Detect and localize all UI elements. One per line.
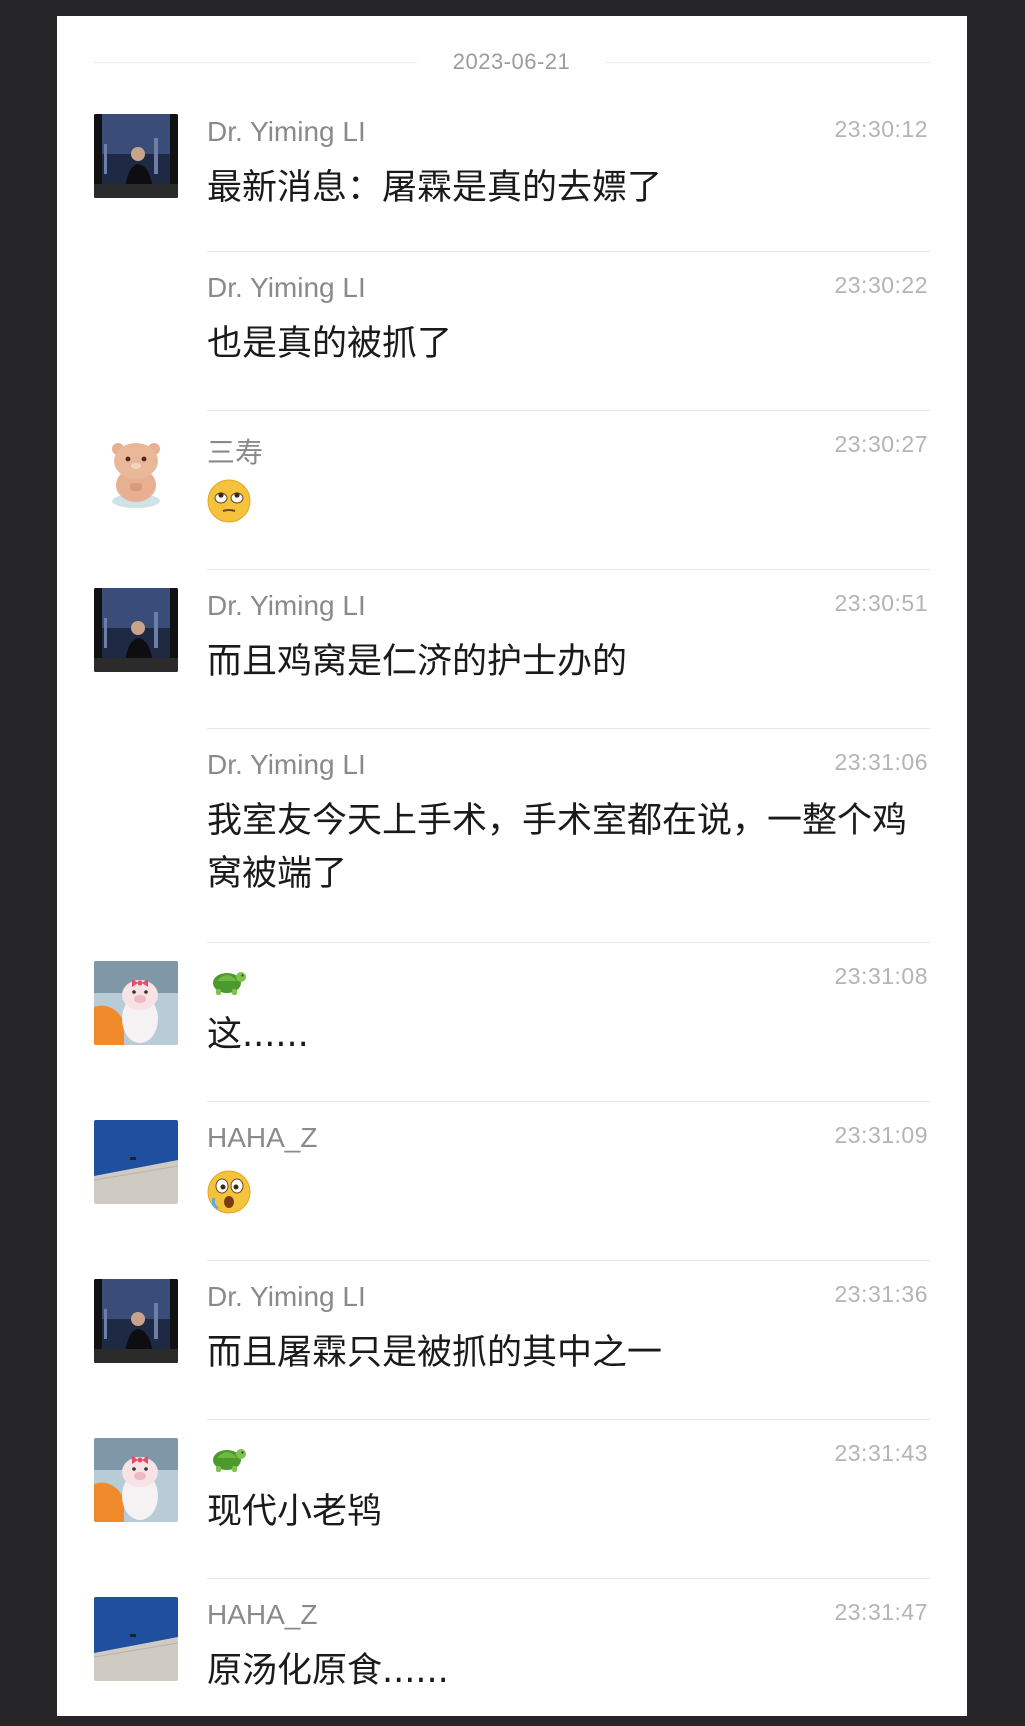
chat-message[interactable]: HAHA_Z 23:31:47 原汤化原食...... <box>57 1579 967 1716</box>
message-time: 23:31:43 <box>834 1440 928 1466</box>
rolling-eyes-emoji <box>207 479 251 527</box>
chat-message[interactable]: 23:31:43 现代小老鸨 <box>57 1420 967 1579</box>
chat-message[interactable]: Dr. Yiming LI 23:31:36 而且屠霖只是被抓的其中之一 <box>57 1261 967 1420</box>
avatar-bear[interactable] <box>94 429 178 513</box>
message-text: 而且鸡窝是仁济的护士办的 <box>207 642 628 682</box>
chat-message[interactable]: HAHA_Z 23:31:09 <box>57 1102 967 1261</box>
avatar-pink-pig[interactable] <box>94 961 178 1045</box>
message-time: 23:31:09 <box>834 1122 928 1148</box>
sender-name: Dr. Yiming LI <box>207 749 366 780</box>
message-text: 现代小老鸨 <box>207 1492 383 1532</box>
sender-name: HAHA_Z <box>207 1599 318 1630</box>
date-separator: 2023-06-21 <box>93 44 931 80</box>
message-time: 23:30:22 <box>834 272 928 298</box>
message-text: 我室友今天上手术，手术室都在说，一整个鸡窝被端了 <box>207 801 908 894</box>
avatar-dr-yiming-li[interactable] <box>94 1279 178 1363</box>
sender-name: 三寿 <box>207 437 264 468</box>
turtle-emoji <box>207 963 247 1004</box>
message-time: 23:30:12 <box>834 116 928 142</box>
divider-line <box>606 61 931 63</box>
shocked-face-emoji <box>207 1170 251 1218</box>
avatar-dr-yiming-li[interactable] <box>94 588 178 672</box>
avatar-haha-z[interactable] <box>94 1120 178 1204</box>
date-label: 2023-06-21 <box>452 49 571 74</box>
avatar-dr-yiming-li[interactable] <box>94 114 178 198</box>
message-time: 23:31:08 <box>834 963 928 989</box>
sender-name: Dr. Yiming LI <box>207 272 366 303</box>
avatar-haha-z[interactable] <box>94 1597 178 1681</box>
chat-message[interactable]: Dr. Yiming LI 23:30:12 最新消息：屠霖是真的去嫖了 <box>57 96 967 252</box>
chat-message[interactable]: 23:31:08 这...... <box>57 943 967 1102</box>
chat-history-page: 2023-06-21 Dr. Yiming LI 23:30:12 最新消息：屠… <box>57 16 967 1716</box>
message-text: 最新消息：屠霖是真的去嫖了 <box>207 168 663 208</box>
message-time: 23:31:06 <box>834 749 928 775</box>
chat-message[interactable]: Dr. Yiming LI 23:31:06 我室友今天上手术，手术室都在说，一… <box>57 729 967 943</box>
message-time: 23:30:51 <box>834 590 928 616</box>
chat-message[interactable]: 三寿 23:30:27 <box>57 411 967 570</box>
message-time: 23:30:27 <box>834 431 928 457</box>
divider-line <box>93 61 417 63</box>
message-text: 而且屠霖只是被抓的其中之一 <box>207 1333 663 1373</box>
sender-name: HAHA_Z <box>207 1122 318 1153</box>
sender-name: Dr. Yiming LI <box>207 590 366 621</box>
message-text: 也是真的被抓了 <box>207 324 453 364</box>
sender-name: Dr. Yiming LI <box>207 116 366 147</box>
turtle-emoji <box>207 1440 247 1481</box>
message-text: 这...... <box>207 1015 309 1055</box>
message-time: 23:31:47 <box>834 1599 928 1625</box>
chat-message[interactable]: Dr. Yiming LI 23:30:22 也是真的被抓了 <box>57 252 967 411</box>
message-text: 原汤化原食...... <box>207 1651 449 1691</box>
sender-name: Dr. Yiming LI <box>207 1281 366 1312</box>
avatar-pink-pig[interactable] <box>94 1438 178 1522</box>
message-time: 23:31:36 <box>834 1281 928 1307</box>
chat-message[interactable]: Dr. Yiming LI 23:30:51 而且鸡窝是仁济的护士办的 <box>57 570 967 729</box>
